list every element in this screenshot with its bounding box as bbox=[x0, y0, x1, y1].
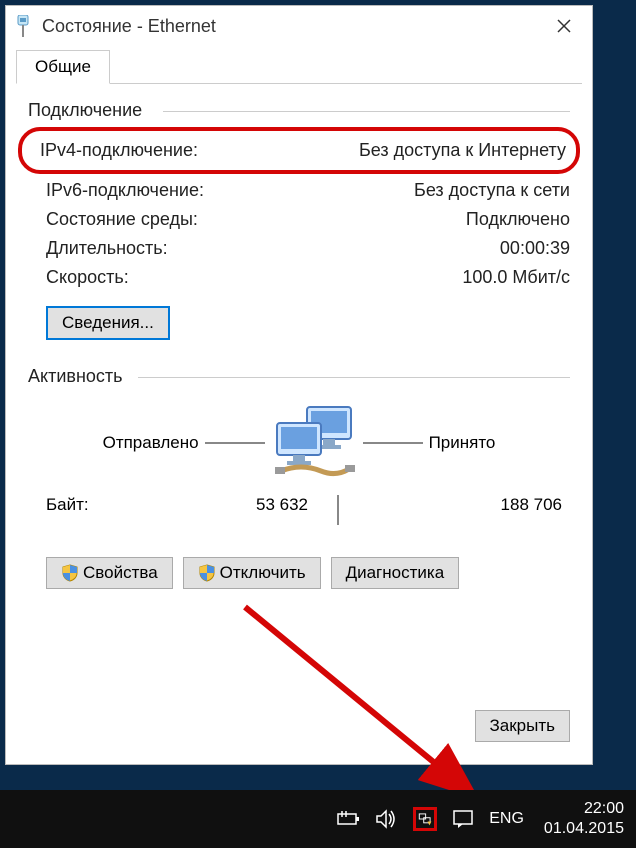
activity-visual: Отправлено Принято bbox=[28, 405, 570, 481]
tray-network-icon[interactable] bbox=[413, 807, 437, 831]
ethernet-icon bbox=[14, 15, 32, 37]
bytes-sent: 53 632 bbox=[178, 495, 308, 525]
speed-row: Скорость: 100.0 Мбит/с bbox=[28, 263, 570, 292]
tray-battery-icon[interactable] bbox=[337, 807, 361, 831]
media-row: Состояние среды: Подключено bbox=[28, 205, 570, 234]
window-title: Состояние - Ethernet bbox=[42, 16, 544, 37]
shield-icon bbox=[61, 564, 79, 582]
taskbar-time: 22:00 bbox=[544, 799, 624, 819]
media-label: Состояние среды: bbox=[28, 209, 198, 230]
tab-bar: Общие bbox=[16, 50, 582, 84]
activity-line-left bbox=[205, 442, 265, 444]
duration-value: 00:00:39 bbox=[500, 238, 570, 259]
activity-sent-label: Отправлено bbox=[103, 433, 199, 453]
ethernet-status-window: Состояние - Ethernet Общие Подключение I… bbox=[5, 5, 593, 765]
ipv4-row: IPv4-подключение: Без доступа к Интернет… bbox=[32, 136, 566, 165]
taskbar-date: 01.04.2015 bbox=[544, 819, 624, 839]
close-icon bbox=[557, 19, 571, 33]
taskbar-language[interactable]: ENG bbox=[489, 810, 524, 828]
bytes-label: Байт: bbox=[28, 495, 178, 525]
speed-value: 100.0 Мбит/с bbox=[462, 267, 570, 288]
disable-button[interactable]: Отключить bbox=[183, 557, 321, 589]
shield-icon bbox=[198, 564, 216, 582]
media-value: Подключено bbox=[466, 209, 570, 230]
duration-label: Длительность: bbox=[28, 238, 168, 259]
disable-label: Отключить bbox=[220, 563, 306, 583]
activity-section: Активность Отправлено bbox=[28, 366, 570, 589]
group-activity-label: Активность bbox=[28, 366, 570, 387]
tray-volume-icon[interactable] bbox=[375, 807, 399, 831]
ipv4-highlight: IPv4-подключение: Без доступа к Интернет… bbox=[18, 127, 580, 174]
activity-recv-label: Принято bbox=[429, 433, 496, 453]
details-button[interactable]: Сведения... bbox=[46, 306, 170, 340]
tray-action-center-icon[interactable] bbox=[451, 807, 475, 831]
properties-label: Свойства bbox=[83, 563, 158, 583]
diagnose-button[interactable]: Диагностика bbox=[331, 557, 460, 589]
ipv6-value: Без доступа к сети bbox=[414, 180, 570, 201]
taskbar: ENG 22:00 01.04.2015 bbox=[0, 790, 636, 848]
activity-line-right bbox=[363, 442, 423, 444]
speed-label: Скорость: bbox=[28, 267, 129, 288]
footer: Закрыть bbox=[475, 710, 570, 742]
ipv4-label: IPv4-подключение: bbox=[32, 140, 198, 161]
bytes-row: Байт: 53 632 188 706 bbox=[28, 489, 570, 537]
properties-button[interactable]: Свойства bbox=[46, 557, 173, 589]
bytes-recv: 188 706 bbox=[368, 495, 570, 525]
taskbar-clock[interactable]: 22:00 01.04.2015 bbox=[538, 799, 624, 839]
close-button[interactable] bbox=[544, 11, 584, 41]
titlebar: Состояние - Ethernet bbox=[6, 6, 592, 46]
close-dialog-button[interactable]: Закрыть bbox=[475, 710, 570, 742]
ipv4-value: Без доступа к Интернету bbox=[359, 140, 566, 161]
group-connection-label: Подключение bbox=[28, 100, 570, 121]
ipv6-label: IPv6-подключение: bbox=[28, 180, 204, 201]
ipv6-row: IPv6-подключение: Без доступа к сети bbox=[28, 176, 570, 205]
network-monitors-icon bbox=[271, 405, 357, 481]
content-area: Подключение IPv4-подключение: Без доступ… bbox=[6, 84, 592, 605]
action-buttons: Свойства Отключить Диагностика bbox=[46, 557, 570, 589]
bytes-divider bbox=[308, 495, 368, 525]
tab-general[interactable]: Общие bbox=[16, 50, 110, 84]
duration-row: Длительность: 00:00:39 bbox=[28, 234, 570, 263]
